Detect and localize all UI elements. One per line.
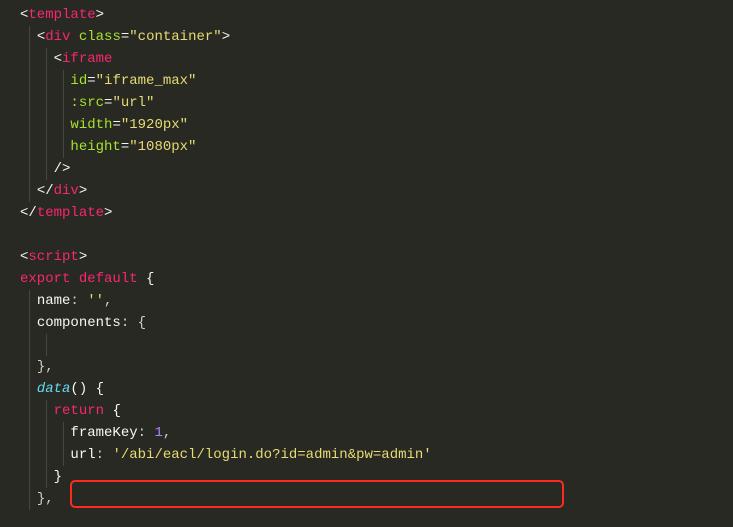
code-line: data() { — [0, 378, 733, 400]
code-line: export default { — [0, 268, 733, 290]
code-line — [0, 334, 733, 356]
code-line: height="1080px" — [0, 136, 733, 158]
code-line: <div class="container"> — [0, 26, 733, 48]
code-line: components: { — [0, 312, 733, 334]
code-line: width="1920px" — [0, 114, 733, 136]
code-line: frameKey: 1, — [0, 422, 733, 444]
code-line: }, — [0, 356, 733, 378]
code-line: } — [0, 466, 733, 488]
code-line: name: '', — [0, 290, 733, 312]
code-line: </template> — [0, 202, 733, 224]
code-line: <iframe — [0, 48, 733, 70]
code-line: :src="url" — [0, 92, 733, 114]
code-line: id="iframe_max" — [0, 70, 733, 92]
code-line: url: '/abi/eacl/login.do?id=admin&pw=adm… — [0, 444, 733, 466]
code-line: </div> — [0, 180, 733, 202]
code-editor[interactable]: <template> <div class="container"> <ifra… — [0, 0, 733, 510]
code-line: return { — [0, 400, 733, 422]
code-line: /> — [0, 158, 733, 180]
code-line: <script> — [0, 246, 733, 268]
code-line: <template> — [0, 4, 733, 26]
code-line: }, — [0, 488, 733, 510]
code-line — [0, 224, 733, 246]
